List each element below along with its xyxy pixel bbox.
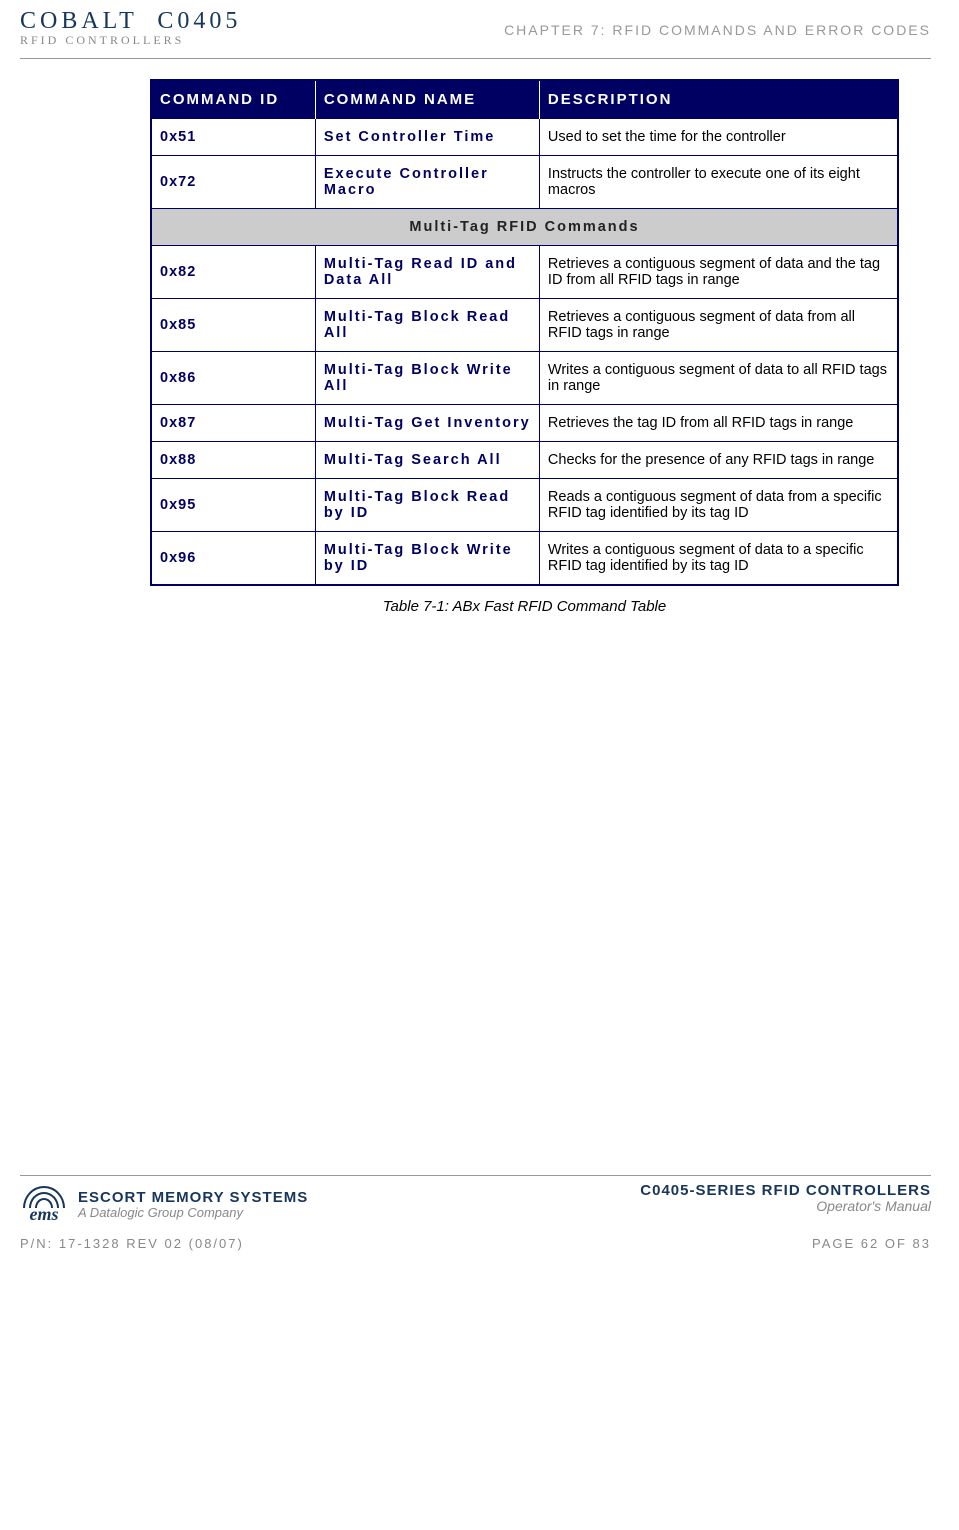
cell-command-id: 0x51 xyxy=(151,119,315,156)
cell-command-name: Multi-Tag Block Write by ID xyxy=(315,532,539,586)
cell-description: Checks for the presence of any RFID tags… xyxy=(539,442,898,479)
table-row: 0x95Multi-Tag Block Read by IDReads a co… xyxy=(151,479,898,532)
logo-line2: RFID CONTROLLERS xyxy=(20,33,241,48)
logo-model: C0405 xyxy=(157,8,241,34)
table-header-row: COMMAND ID COMMAND NAME DESCRIPTION xyxy=(151,80,898,119)
cell-command-id: 0x96 xyxy=(151,532,315,586)
cell-description: Reads a contiguous segment of data from … xyxy=(539,479,898,532)
page-header: COBALT C0405 RFID CONTROLLERS CHAPTER 7:… xyxy=(0,0,959,56)
cell-command-name: Multi-Tag Get Inventory xyxy=(315,405,539,442)
cell-command-id: 0x72 xyxy=(151,156,315,209)
command-table: COMMAND ID COMMAND NAME DESCRIPTION 0x51… xyxy=(150,79,899,586)
table-row: 0x85Multi-Tag Block Read AllRetrieves a … xyxy=(151,299,898,352)
cell-command-id: 0x88 xyxy=(151,442,315,479)
cell-description: Retrieves a contiguous segment of data a… xyxy=(539,246,898,299)
table-caption: Table 7-1: ABx Fast RFID Command Table xyxy=(150,598,899,615)
cell-description: Instructs the controller to execute one … xyxy=(539,156,898,209)
chapter-title: CHAPTER 7: RFID COMMANDS AND ERROR CODES xyxy=(504,22,931,38)
logo-line1: COBALT C0405 xyxy=(20,8,241,35)
table-row: 0x87Multi-Tag Get InventoryRetrieves the… xyxy=(151,405,898,442)
page-footer: ems ESCORT MEMORY SYSTEMS A Datalogic Gr… xyxy=(0,1175,959,1263)
divider-bottom xyxy=(20,1175,931,1176)
footer-bottom: P/N: 17-1328 REV 02 (08/07) PAGE 62 OF 8… xyxy=(20,1236,931,1251)
logo-brand: COBALT xyxy=(20,8,137,34)
cell-description: Retrieves the tag ID from all RFID tags … xyxy=(539,405,898,442)
page-number: PAGE 62 OF 83 xyxy=(812,1236,931,1251)
cell-command-name: Multi-Tag Read ID and Data All xyxy=(315,246,539,299)
cell-command-id: 0x95 xyxy=(151,479,315,532)
footer-right: C0405-SERIES RFID CONTROLLERS Operator's… xyxy=(640,1182,931,1214)
footer-manual: Operator's Manual xyxy=(640,1198,931,1214)
ems-logo-icon: ems xyxy=(20,1182,68,1226)
header-description: DESCRIPTION xyxy=(539,80,898,119)
section-row: Multi-Tag RFID Commands xyxy=(151,209,898,246)
cell-command-name: Execute Controller Macro xyxy=(315,156,539,209)
cell-command-id: 0x82 xyxy=(151,246,315,299)
table-row: 0x72Execute Controller MacroInstructs th… xyxy=(151,156,898,209)
table-row: 0x86Multi-Tag Block Write AllWrites a co… xyxy=(151,352,898,405)
cell-command-name: Multi-Tag Block Write All xyxy=(315,352,539,405)
header-command-name: COMMAND NAME xyxy=(315,80,539,119)
cell-description: Retrieves a contiguous segment of data f… xyxy=(539,299,898,352)
table-row: 0x96Multi-Tag Block Write by IDWrites a … xyxy=(151,532,898,586)
cell-description: Used to set the time for the controller xyxy=(539,119,898,156)
header-command-id: COMMAND ID xyxy=(151,80,315,119)
footer-product: C0405-SERIES RFID CONTROLLERS xyxy=(640,1182,931,1199)
footer-tagline: A Datalogic Group Company xyxy=(78,1205,308,1220)
cell-command-name: Multi-Tag Search All xyxy=(315,442,539,479)
cell-command-id: 0x86 xyxy=(151,352,315,405)
logo-block: COBALT C0405 RFID CONTROLLERS xyxy=(20,8,241,48)
cell-command-id: 0x85 xyxy=(151,299,315,352)
section-label: Multi-Tag RFID Commands xyxy=(151,209,898,246)
cell-command-name: Multi-Tag Block Read by ID xyxy=(315,479,539,532)
table-row: 0x82Multi-Tag Read ID and Data AllRetrie… xyxy=(151,246,898,299)
table-row: 0x51Set Controller TimeUsed to set the t… xyxy=(151,119,898,156)
footer-left: ems ESCORT MEMORY SYSTEMS A Datalogic Gr… xyxy=(20,1182,308,1226)
cell-command-id: 0x87 xyxy=(151,405,315,442)
part-number: P/N: 17-1328 REV 02 (08/07) xyxy=(20,1236,244,1251)
footer-company: ESCORT MEMORY SYSTEMS xyxy=(78,1189,308,1206)
table-row: 0x88Multi-Tag Search AllChecks for the p… xyxy=(151,442,898,479)
main-content: COMMAND ID COMMAND NAME DESCRIPTION 0x51… xyxy=(0,59,959,615)
table-body: 0x51Set Controller TimeUsed to set the t… xyxy=(151,119,898,586)
cell-description: Writes a contiguous segment of data to a… xyxy=(539,352,898,405)
cell-description: Writes a contiguous segment of data to a… xyxy=(539,532,898,586)
cell-command-name: Set Controller Time xyxy=(315,119,539,156)
cell-command-name: Multi-Tag Block Read All xyxy=(315,299,539,352)
